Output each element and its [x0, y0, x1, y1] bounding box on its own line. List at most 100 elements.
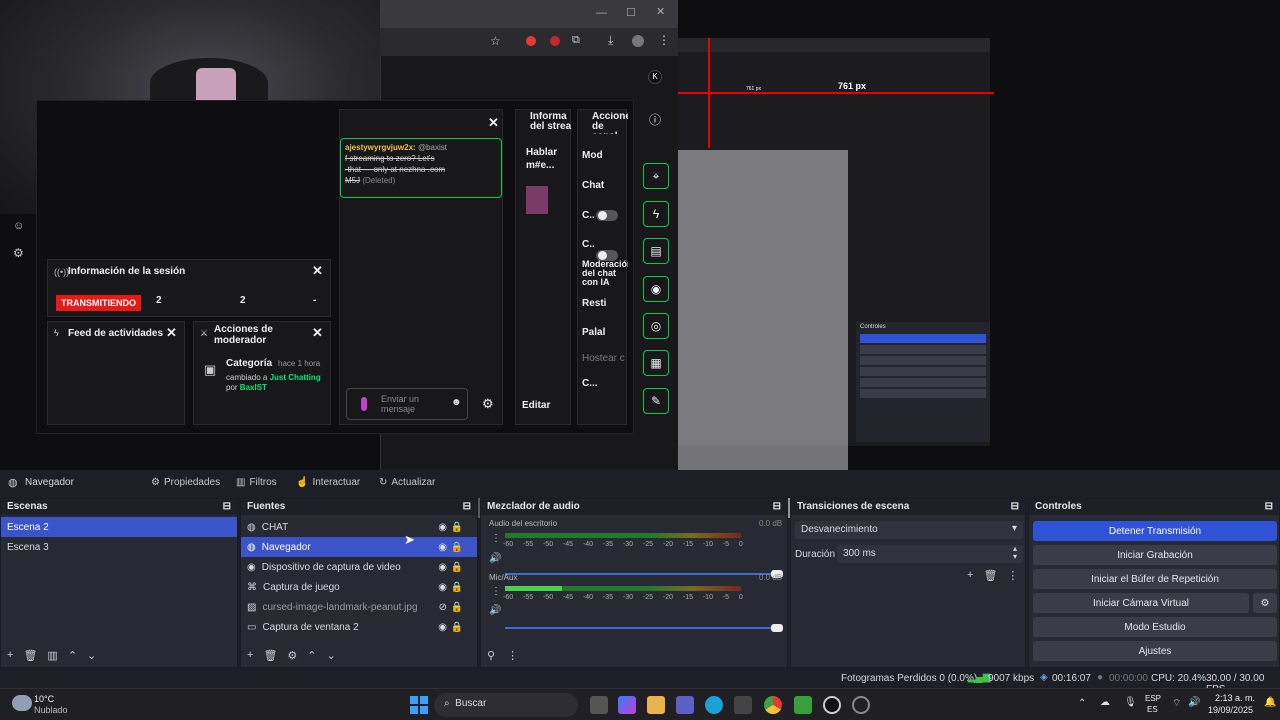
trash-icon[interactable]: 🗑	[983, 569, 997, 582]
language-b[interactable]: ES	[1147, 705, 1158, 714]
dock-menu-icon[interactable]: ⊟	[223, 501, 231, 513]
interact-button[interactable]: ☝ Interactuar	[296, 477, 360, 488]
source-item[interactable]: ▨ cursed-image-landmark-peanut.jpg ⊘ 🔒	[241, 597, 477, 617]
dock-menu-icon[interactable]: ⊟	[1011, 501, 1019, 513]
arrow-up-icon[interactable]: ⌃	[307, 649, 316, 662]
kebab-menu-icon[interactable]: ⋮	[507, 649, 518, 662]
windows-start-icon[interactable]	[410, 696, 428, 714]
layout-icon[interactable]: ▦	[643, 350, 669, 376]
language-a[interactable]: ESP	[1145, 694, 1161, 703]
lightning-icon[interactable]: ϟ	[643, 201, 669, 227]
source-item[interactable]: ▭ Captura de ventana 2 ◉ 🔒	[241, 617, 477, 637]
virtual-camera-settings-icon[interactable]: ⚙	[1253, 593, 1277, 613]
store-icon[interactable]	[734, 696, 752, 714]
arrow-down-icon[interactable]: ⌄	[327, 649, 336, 662]
stepper-icon[interactable]: ▴ ▾	[1013, 545, 1017, 561]
cloud-icon[interactable]: ☁	[1100, 697, 1110, 708]
talk-about-link[interactable]: Hablar m#e...	[526, 146, 570, 172]
kebab-menu-icon[interactable]: ⋮	[1007, 569, 1018, 582]
bookmark-star-icon[interactable]: ☆	[490, 34, 501, 48]
chat-message[interactable]: ajestywyrgvjuw2x: @baxist f streaming to…	[340, 138, 502, 198]
source-item[interactable]: ⌘ Captura de juego ◉ 🔒	[241, 577, 477, 597]
virtual-camera-button[interactable]: Iniciar Cámara Virtual	[1033, 593, 1249, 613]
emote-icon[interactable]: ☻	[451, 397, 462, 408]
microphone-icon[interactable]: 🎙	[1124, 697, 1137, 708]
chat-bubble-icon[interactable]: ◉	[643, 276, 669, 302]
source-item[interactable]: ◉ Dispositivo de captura de video ◉ 🔒	[241, 557, 477, 577]
refresh-button[interactable]: ↻ Actualizar	[379, 477, 435, 488]
transition-select[interactable]: Desvanecimiento ▾	[795, 521, 1023, 539]
visibility-eye-icon[interactable]: ◉	[438, 562, 447, 573]
chat-input[interactable]: Enviar un mensaje ☻	[346, 388, 468, 420]
menu-words[interactable]: Palal	[582, 327, 605, 338]
filters-button[interactable]: ▥ Filtros	[236, 477, 277, 488]
arrow-down-icon[interactable]: ⌄	[87, 649, 96, 662]
link-icon[interactable]: ⚲	[487, 649, 495, 662]
kick-icon[interactable]: K	[648, 70, 662, 84]
gear-icon[interactable]: ⚙	[287, 649, 297, 662]
chevron-up-icon[interactable]: ⌃	[1078, 698, 1086, 709]
visibility-eye-icon[interactable]: ◉	[438, 622, 447, 633]
speaker-icon[interactable]: 🔊	[489, 553, 501, 564]
edge-icon[interactable]	[705, 696, 723, 714]
add-icon[interactable]: +	[967, 569, 973, 582]
lock-icon[interactable]: 🔒	[451, 522, 463, 533]
visibility-eye-icon[interactable]: ⊘	[439, 602, 447, 613]
menu-chat[interactable]: Chat	[582, 180, 604, 191]
copilot-icon[interactable]	[618, 696, 636, 714]
lock-icon[interactable]: 🔒	[451, 582, 463, 593]
source-item[interactable]: ◍ Navegador ◉ 🔒	[241, 537, 477, 557]
extension-icon[interactable]	[526, 36, 536, 46]
volume-icon[interactable]: 🔊	[1188, 697, 1200, 708]
browser-titlebar[interactable]: — ☐ ✕	[380, 0, 678, 28]
teams-icon[interactable]	[676, 696, 694, 714]
lock-icon[interactable]: 🔒	[451, 622, 463, 633]
notes-icon[interactable]: ▤	[643, 238, 669, 264]
start-recording-button[interactable]: Iniciar Grabación	[1033, 545, 1277, 565]
duration-input[interactable]: 300 ms ▴ ▾	[837, 545, 1023, 563]
trash-icon[interactable]: 🗑	[23, 649, 37, 662]
filter-icon[interactable]: ▥	[47, 649, 57, 662]
close-icon[interactable]: ✕	[656, 5, 665, 18]
minecraft-icon[interactable]	[794, 696, 812, 714]
trash-icon[interactable]: 🗑	[263, 649, 277, 662]
lock-icon[interactable]: 🔒	[451, 602, 463, 613]
properties-button[interactable]: ⚙ Propiedades	[151, 477, 220, 488]
clock-date[interactable]: 19/09/2025	[1208, 705, 1253, 715]
scene-item[interactable]: Escena 3	[1, 537, 237, 557]
toggle-switch-1[interactable]	[596, 210, 618, 221]
kebab-menu-icon[interactable]: ⋮	[491, 586, 501, 597]
settings-gear-icon[interactable]: ⚙	[13, 246, 24, 260]
profile-avatar[interactable]	[632, 35, 644, 47]
studio-mode-button[interactable]: Modo Estudio	[1033, 617, 1277, 637]
close-icon[interactable]: ✕	[166, 325, 177, 341]
speaker-icon[interactable]: 🔊	[489, 605, 501, 616]
wrench-icon[interactable]: ✎	[643, 388, 669, 414]
kebab-menu-icon[interactable]: ⋮	[491, 533, 501, 544]
visibility-eye-icon[interactable]: ◉	[438, 582, 447, 593]
kebab-menu-icon[interactable]: ⋮	[658, 33, 670, 47]
notification-icon[interactable]: 🔔	[1264, 697, 1276, 708]
task-view-icon[interactable]	[590, 696, 608, 714]
add-icon[interactable]: +	[247, 649, 253, 662]
chrome-icon[interactable]	[764, 696, 782, 714]
weather-icon[interactable]	[12, 695, 32, 711]
arrow-up-icon[interactable]: ⌃	[68, 649, 77, 662]
info-icon[interactable]: ⓘ	[649, 111, 661, 128]
obs-icon[interactable]	[823, 696, 841, 714]
lock-icon[interactable]: 🔒	[451, 562, 463, 573]
user-icon[interactable]: ☺	[13, 220, 24, 232]
close-icon[interactable]: ✕	[312, 263, 323, 279]
settings-button[interactable]: Ajustes	[1033, 641, 1277, 661]
minimize-icon[interactable]: —	[596, 7, 607, 19]
menu-ai-moderation[interactable]: Moderación del chat con IA	[582, 260, 628, 288]
volume-slider-mic[interactable]	[505, 624, 783, 632]
menu-c3[interactable]: C...	[582, 378, 598, 389]
app-icon[interactable]	[852, 696, 870, 714]
volume-slider-desktop[interactable]	[505, 570, 783, 578]
chat-settings-icon[interactable]: ⚙	[482, 396, 494, 412]
download-icon[interactable]: ⤓	[608, 33, 613, 48]
lock-icon[interactable]: 🔒	[451, 542, 463, 553]
dock-menu-icon[interactable]: ⊟	[773, 501, 781, 513]
close-icon[interactable]: ✕	[488, 115, 499, 131]
